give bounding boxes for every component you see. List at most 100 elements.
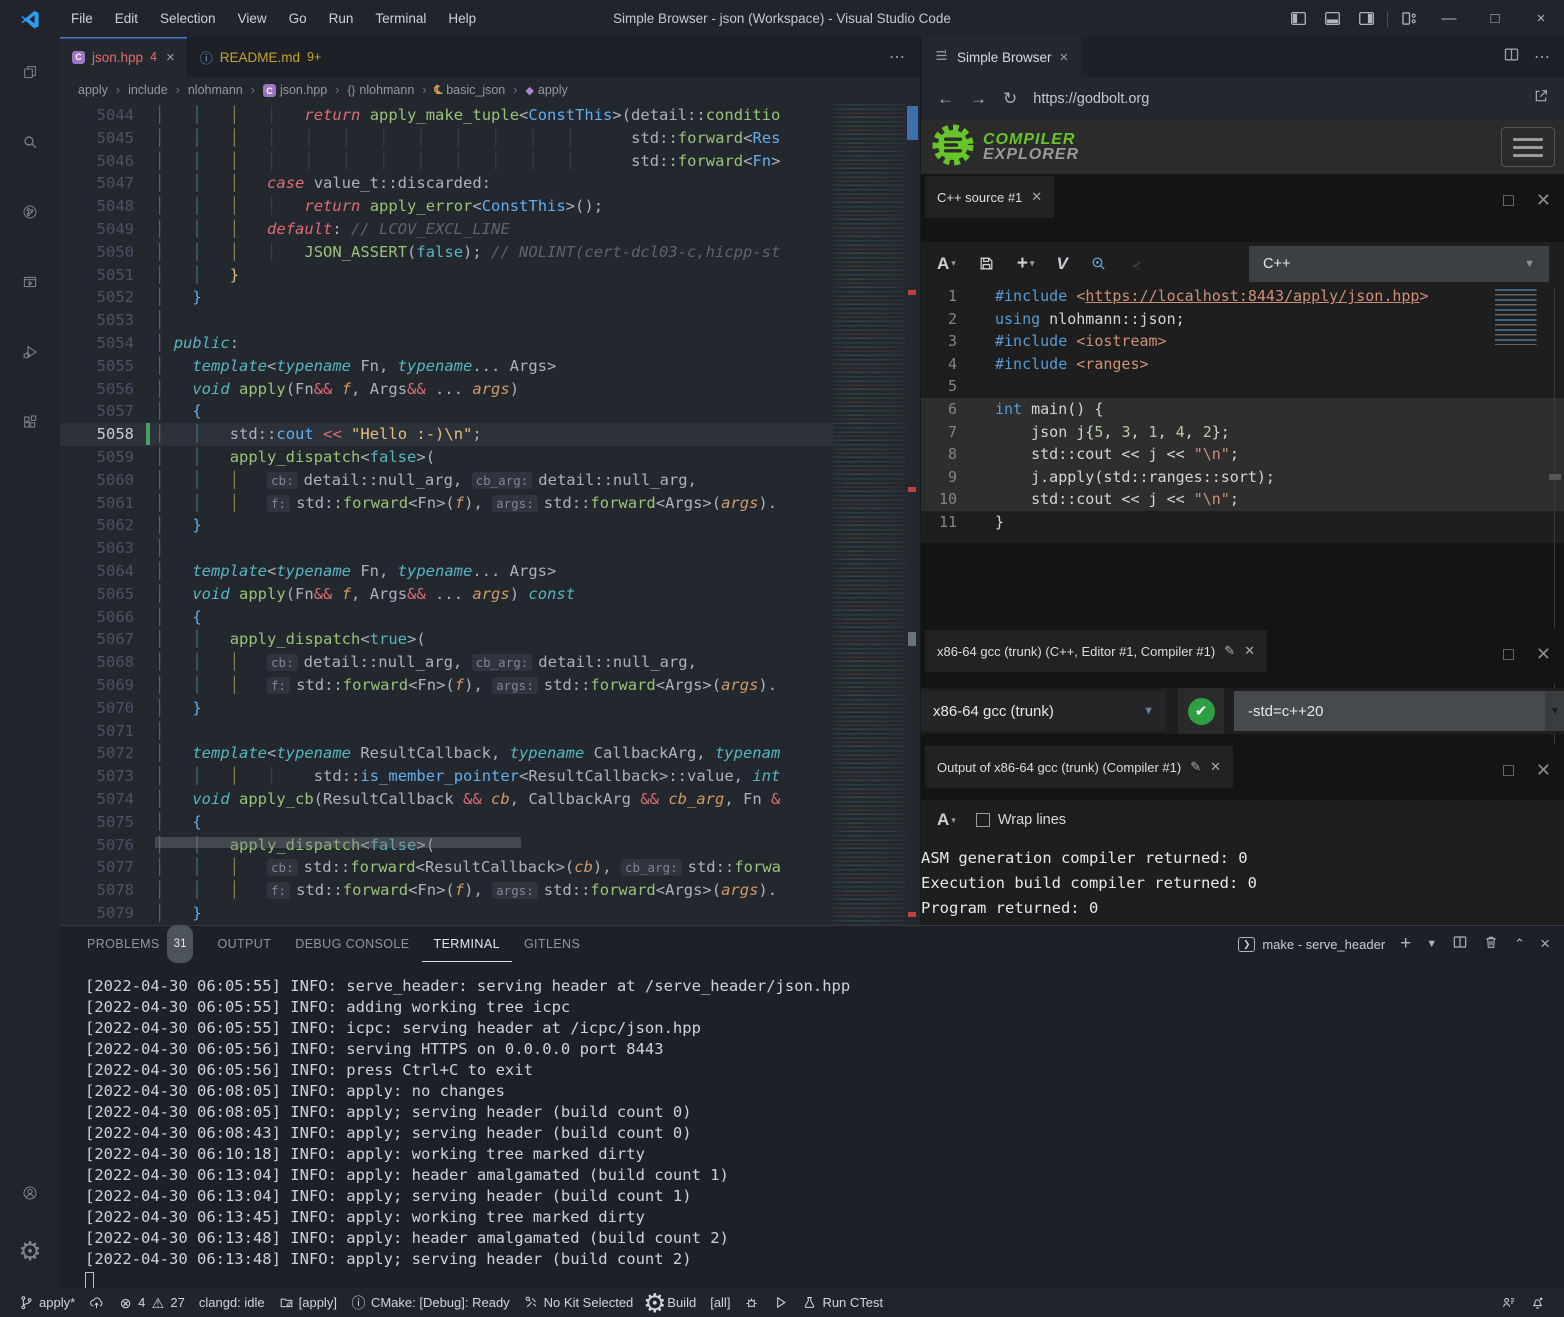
options-dropdown-icon[interactable]: ▼ — [1545, 691, 1564, 731]
breadcrumb-item[interactable]: nlohmann — [188, 83, 243, 97]
forward-icon[interactable]: → — [970, 89, 987, 109]
close-pane-icon[interactable]: ✕ — [1536, 760, 1551, 781]
vim-mode-icon[interactable]: V — [1056, 254, 1067, 274]
status-cmake-status[interactable]: ⓘCMake: [Debug]: Ready — [344, 1288, 517, 1317]
panel-tab-output[interactable]: OUTPUT — [205, 926, 283, 962]
close-tab-icon[interactable]: × — [166, 49, 175, 66]
status-launch[interactable] — [766, 1288, 795, 1317]
status-git-branch[interactable]: apply* — [12, 1288, 82, 1317]
extensions[interactable] — [0, 387, 60, 457]
compiler-pane-tab[interactable]: x86-64 gcc (trunk) (C++, Editor #1, Comp… — [925, 630, 1267, 672]
panel-tab-debug-console[interactable]: DEBUG CONSOLE — [283, 926, 421, 962]
layout-sidebar-right-icon[interactable] — [1349, 0, 1383, 37]
run-debug[interactable] — [0, 317, 60, 387]
menu-help[interactable]: Help — [437, 0, 487, 37]
status-problems[interactable]: ⊗4⚠27 — [111, 1288, 192, 1317]
breadcrumb-item[interactable]: ◆apply — [525, 83, 567, 97]
close-window-icon[interactable]: × — [1518, 0, 1564, 37]
menu-selection[interactable]: Selection — [149, 0, 227, 37]
preview[interactable] — [0, 247, 60, 317]
close-pane-icon[interactable]: ✕ — [1536, 644, 1551, 665]
font-size-icon[interactable]: A▾ — [937, 810, 956, 830]
hamburger-menu-icon[interactable] — [1501, 127, 1555, 167]
minimize-icon[interactable]: — — [1426, 0, 1472, 37]
terminal-dropdown-icon[interactable]: ▼ — [1426, 938, 1437, 950]
back-icon[interactable]: ← — [937, 89, 954, 109]
status-notifications[interactable] — [1523, 1288, 1552, 1317]
settings-gear[interactable]: ⚙ — [0, 1222, 60, 1280]
panel-tab-gitlens[interactable]: GITLENS — [512, 926, 592, 962]
code-editor[interactable]: 5044│ │ │ │ return apply_make_tuple<Cons… — [60, 104, 833, 925]
maximize-pane-icon[interactable]: □ — [1503, 190, 1514, 211]
menu-view[interactable]: View — [227, 0, 278, 37]
breadcrumb-item[interactable]: ℄basic_json — [434, 83, 505, 97]
compiler-options-input[interactable]: -std=c++20 — [1234, 691, 1545, 731]
menu-file[interactable]: File — [60, 0, 104, 37]
rename-pane-icon[interactable]: ✎ — [1224, 643, 1235, 659]
layout-panel-icon[interactable] — [1315, 0, 1349, 37]
tab-readme-md[interactable]: ⓘ README.md 9+ — [188, 37, 335, 77]
breadcrumb-item[interactable]: Cjson.hpp — [263, 83, 327, 98]
status-build-target[interactable]: [all] — [703, 1288, 737, 1317]
menu-edit[interactable]: Edit — [104, 0, 149, 37]
scrollbar-slider[interactable] — [907, 106, 918, 140]
terminal-output[interactable]: [2022-04-30 06:05:55] INFO: serve_header… — [85, 976, 1545, 1276]
output-pane-tab[interactable]: Output of x86-64 gcc (trunk) (Compiler #… — [925, 746, 1233, 788]
rename-pane-icon[interactable]: ✎ — [1190, 759, 1201, 775]
status-kit[interactable]: No Kit Selected — [517, 1288, 641, 1317]
source-control[interactable] — [0, 177, 60, 247]
maximize-pane-icon[interactable]: □ — [1503, 644, 1514, 665]
breadcrumb-item[interactable]: {}nlohmann — [347, 83, 414, 97]
panel-tab-terminal[interactable]: TERMINAL — [422, 926, 512, 962]
maximize-pane-icon[interactable]: □ — [1503, 760, 1514, 781]
search-code-icon[interactable] — [1090, 255, 1107, 272]
breadcrumb-item[interactable]: include — [128, 83, 168, 97]
status-debug[interactable] — [737, 1288, 766, 1317]
ce-mascot-icon[interactable] — [1129, 255, 1146, 272]
files[interactable] — [0, 37, 60, 107]
status-sync[interactable] — [82, 1288, 111, 1317]
url-input[interactable]: https://godbolt.org — [1033, 91, 1517, 107]
godbolt-source-editor[interactable]: 1#include <https://localhost:8443/apply/… — [921, 285, 1564, 543]
split-terminal-icon[interactable] — [1452, 934, 1468, 955]
close-pane-icon[interactable]: ✕ — [1536, 190, 1551, 211]
split-editor-icon[interactable] — [1503, 46, 1520, 68]
maximize-panel-icon[interactable]: ⌃ — [1514, 936, 1525, 952]
save-icon[interactable] — [978, 255, 995, 272]
breadcrumb-item[interactable]: apply — [78, 83, 108, 97]
reload-icon[interactable]: ↻ — [1003, 89, 1017, 109]
menu-go[interactable]: Go — [278, 0, 318, 37]
terminal-instance[interactable]: ❯ make - serve_header — [1238, 937, 1385, 952]
tab-simple-browser[interactable]: Simple Browser × — [921, 37, 1081, 77]
close-pane-icon[interactable]: ✕ — [1031, 189, 1042, 205]
menu-run[interactable]: Run — [318, 0, 365, 37]
open-external-icon[interactable] — [1533, 88, 1549, 109]
customize-layout-icon[interactable] — [1392, 0, 1426, 37]
tab-json-hpp[interactable]: C json.hpp 4 × — [60, 37, 188, 77]
add-pane-icon[interactable]: +▾ — [1017, 253, 1035, 275]
more-actions-icon[interactable]: ⋯ — [1534, 47, 1551, 67]
maximize-icon[interactable]: □ — [1472, 0, 1518, 37]
close-pane-icon[interactable]: ✕ — [1210, 759, 1221, 775]
font-size-icon[interactable]: A▾ — [937, 254, 956, 274]
account[interactable] — [0, 1164, 60, 1222]
close-pane-icon[interactable]: ✕ — [1244, 643, 1255, 659]
new-terminal-icon[interactable]: + — [1400, 933, 1411, 955]
search[interactable] — [0, 107, 60, 177]
panel-tab-problems[interactable]: PROBLEMS31 — [75, 926, 205, 962]
editor-scrollbar[interactable] — [905, 104, 920, 925]
horizontal-scrollbar[interactable] — [155, 837, 521, 848]
wrap-lines-checkbox[interactable] — [976, 813, 990, 827]
status-feedback[interactable] — [1494, 1288, 1523, 1317]
breadcrumb[interactable]: apply›include›nlohmann›Cjson.hpp›{}nlohm… — [60, 77, 920, 103]
compiler-select[interactable]: x86-64 gcc (trunk)▼ — [921, 691, 1166, 731]
kill-terminal-icon[interactable] — [1483, 934, 1499, 955]
close-tab-icon[interactable]: × — [1060, 49, 1069, 66]
status-ctest[interactable]: Run CTest — [795, 1288, 890, 1317]
source-pane-tab[interactable]: C++ source #1 ✕ — [925, 176, 1054, 218]
menu-terminal[interactable]: Terminal — [364, 0, 437, 37]
language-select[interactable]: C++▼ — [1249, 246, 1549, 282]
status-build[interactable]: ⚙Build — [640, 1288, 703, 1317]
status-cmake-folder[interactable]: [apply] — [272, 1288, 344, 1317]
status-clangd-status[interactable]: clangd: idle — [192, 1288, 272, 1317]
